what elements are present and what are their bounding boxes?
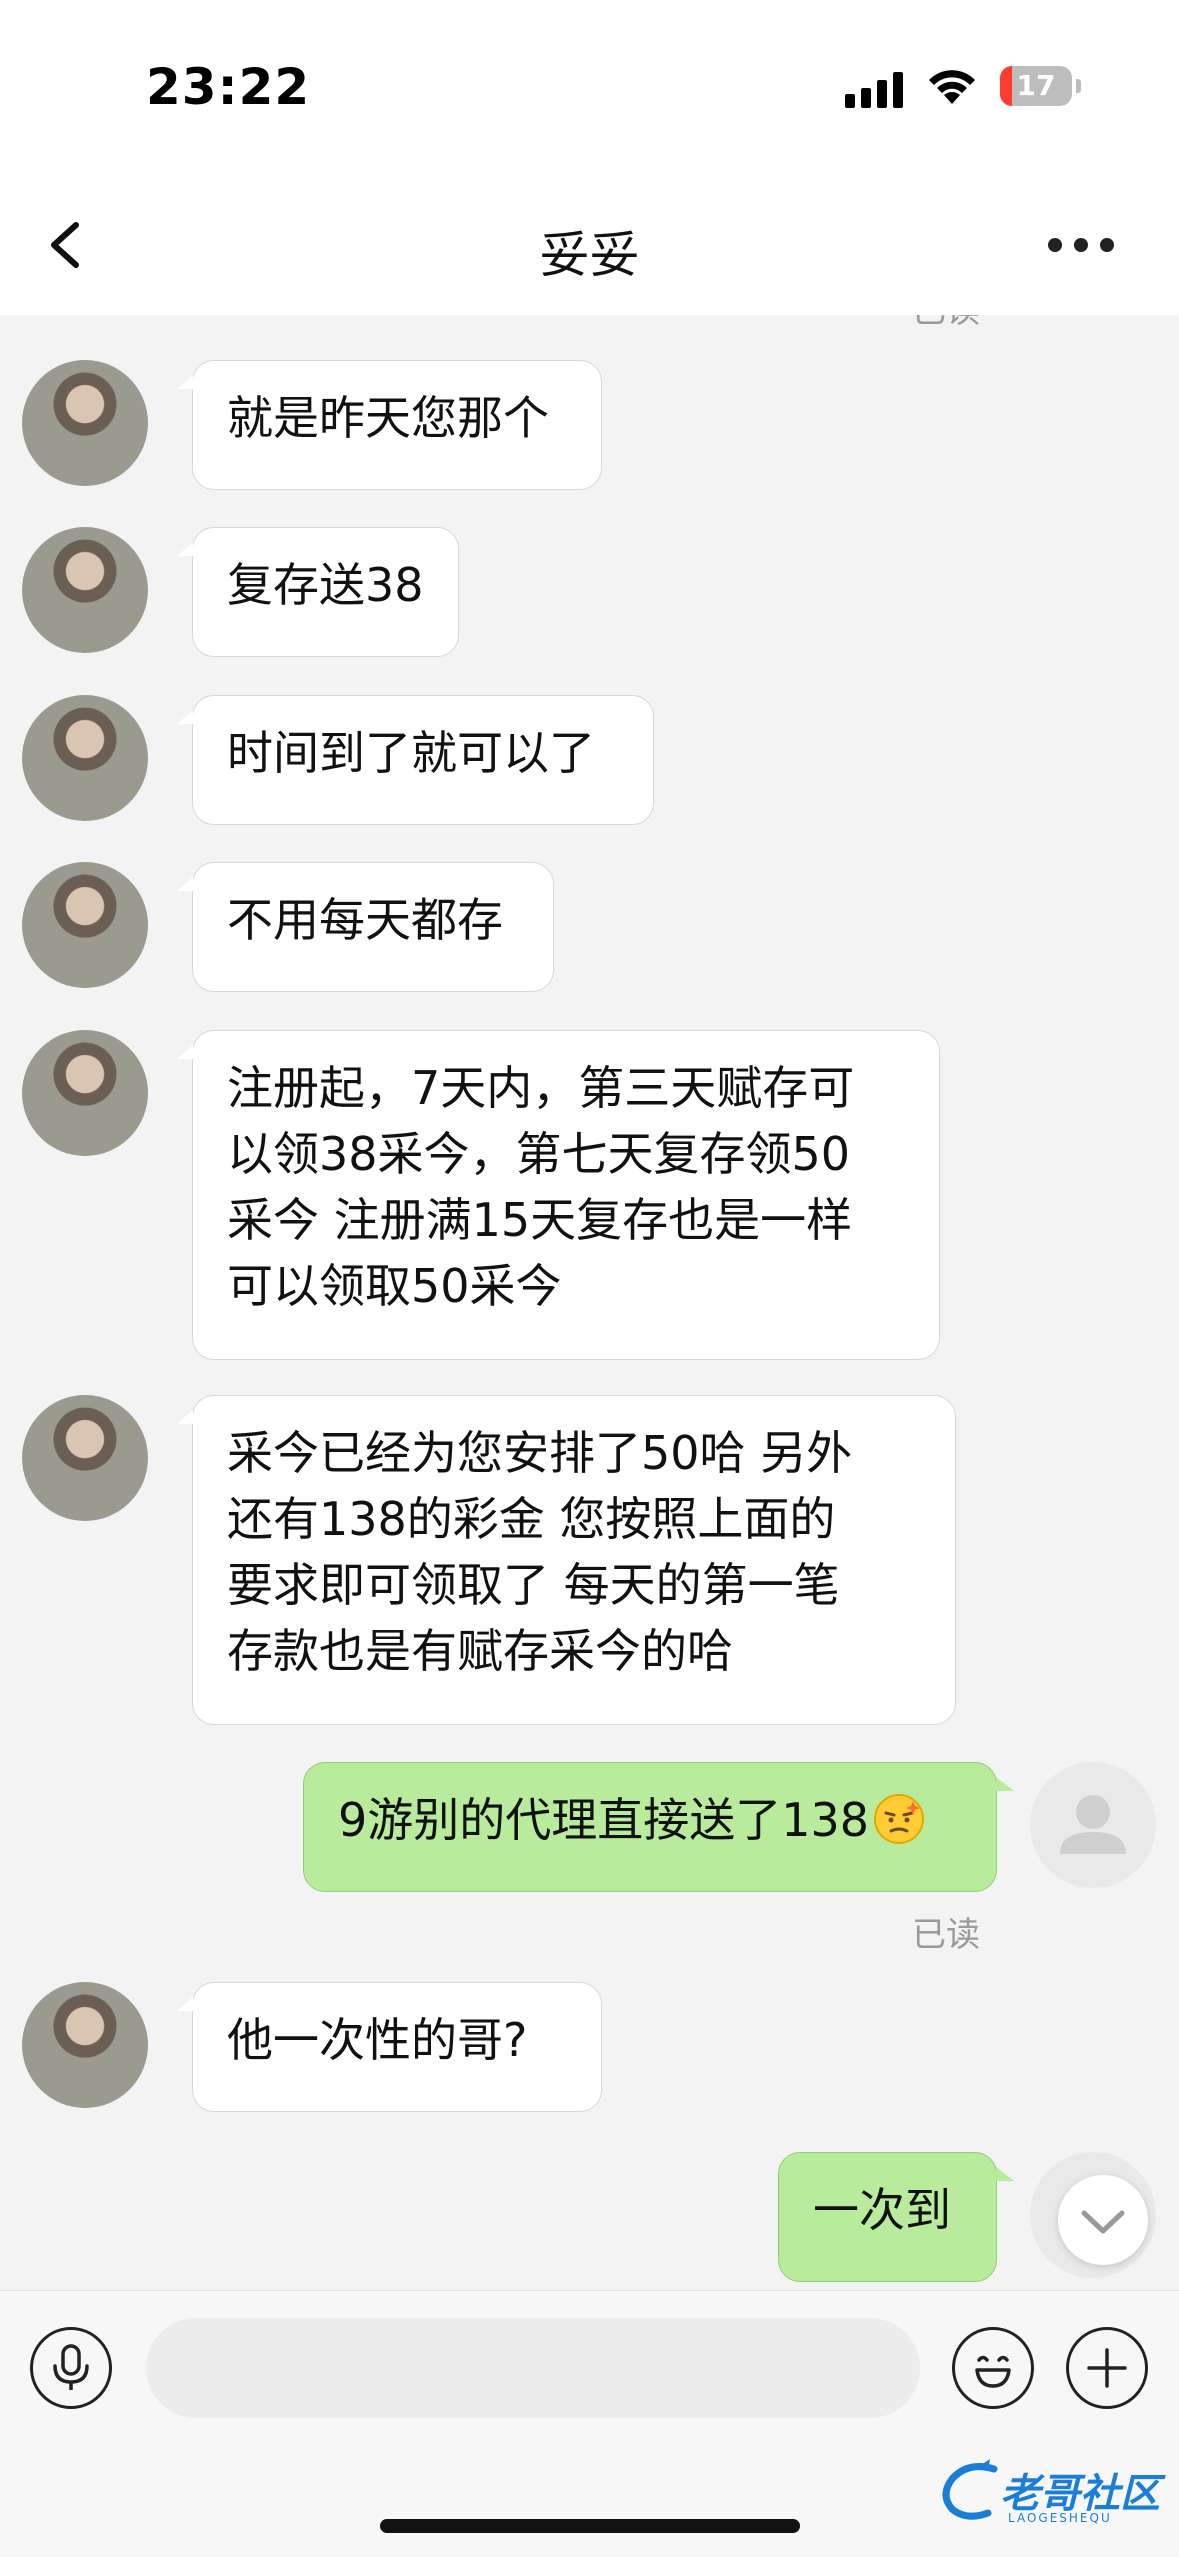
status-bar: 23:22 17	[0, 0, 1179, 175]
message-bubble[interactable]: 不用每天都存	[177, 862, 554, 992]
avatar[interactable]	[22, 360, 148, 486]
watermark-logo: 老哥社区 LAOGESHEQU	[938, 2455, 1163, 2535]
more-actions-button[interactable]	[1066, 2327, 1148, 2409]
battery-level: 17	[1016, 69, 1056, 102]
chevron-down-icon	[1081, 2210, 1125, 2234]
more-options-button[interactable]	[1048, 235, 1118, 255]
chat-title: 妥妥	[539, 226, 640, 284]
message-bubble[interactable]: 他一次性的哥?	[177, 1982, 602, 2112]
scroll-to-bottom-button[interactable]	[1058, 2175, 1148, 2265]
dragon-logo-icon	[942, 2459, 998, 2520]
smiley-icon	[975, 2355, 1011, 2388]
message-line: 以领38采今，第七天复存领50	[227, 1127, 851, 1181]
emoji-button[interactable]	[952, 2327, 1034, 2409]
status-time: 23:22	[146, 58, 311, 116]
message-bubble[interactable]: 时间到了就可以了	[177, 695, 654, 825]
message-line: 要求即可领取了 每天的第一笔	[227, 1558, 840, 1612]
message-bubble-self[interactable]: 9游别的代理直接送了138	[303, 1762, 1014, 1892]
message-line: 注册起，7天内，第三天赋存可	[227, 1061, 855, 1115]
message-list[interactable]: 已读 就是昨天您那个 复存送38 时间到了就可以了 不用每天都存 注册起，7天内…	[0, 315, 1179, 2290]
avatar[interactable]	[22, 1395, 148, 1521]
avatar[interactable]	[22, 862, 148, 988]
message-line: 采今已经为您安排了50哈 另外	[227, 1426, 853, 1480]
message-line: 采今 注册满15天复存也是一样	[227, 1193, 853, 1247]
self-avatar[interactable]	[1030, 1762, 1156, 1888]
battery-icon: 17	[1000, 66, 1081, 106]
read-receipt: 已读	[912, 1915, 980, 1955]
message-text: 9游别的代理直接送了138	[338, 1793, 870, 1847]
watermark-subtext: LAOGESHEQU	[1008, 2511, 1112, 2525]
thinking-face-emoji-icon	[874, 1794, 925, 1844]
wifi-icon	[929, 70, 975, 104]
read-receipt: 已读	[912, 315, 980, 332]
message-line: 还有138的彩金 您按照上面的	[227, 1492, 836, 1546]
home-indicator	[380, 2519, 800, 2533]
avatar[interactable]	[22, 1030, 148, 1156]
input-bar: 老哥社区 LAOGESHEQU	[0, 2290, 1179, 2557]
message-bubble[interactable]: 就是昨天您那个	[177, 360, 602, 490]
message-bubble[interactable]: 注册起，7天内，第三天赋存可 以领38采今，第七天复存领50 采今 注册满15天…	[177, 1030, 940, 1360]
microphone-icon	[53, 2344, 89, 2390]
message-line: 存款也是有赋存采今的哈	[227, 1624, 733, 1678]
message-line: 可以领取50采今	[227, 1259, 562, 1313]
chat-header: 妥妥	[0, 175, 1179, 315]
avatar[interactable]	[22, 695, 148, 821]
message-input[interactable]	[146, 2318, 920, 2418]
message-bubble-self[interactable]: 一次到	[778, 2152, 1014, 2282]
cellular-signal-icon	[845, 70, 905, 108]
message-bubble[interactable]: 采今已经为您安排了50哈 另外 还有138的彩金 您按照上面的 要求即可领取了 …	[177, 1395, 956, 1725]
avatar[interactable]	[22, 527, 148, 653]
default-user-icon	[1060, 1795, 1126, 1854]
message-bubble[interactable]: 复存送38	[177, 527, 459, 657]
avatar[interactable]	[22, 1982, 148, 2108]
voice-input-button[interactable]	[30, 2327, 112, 2409]
plus-icon	[1087, 2348, 1127, 2388]
